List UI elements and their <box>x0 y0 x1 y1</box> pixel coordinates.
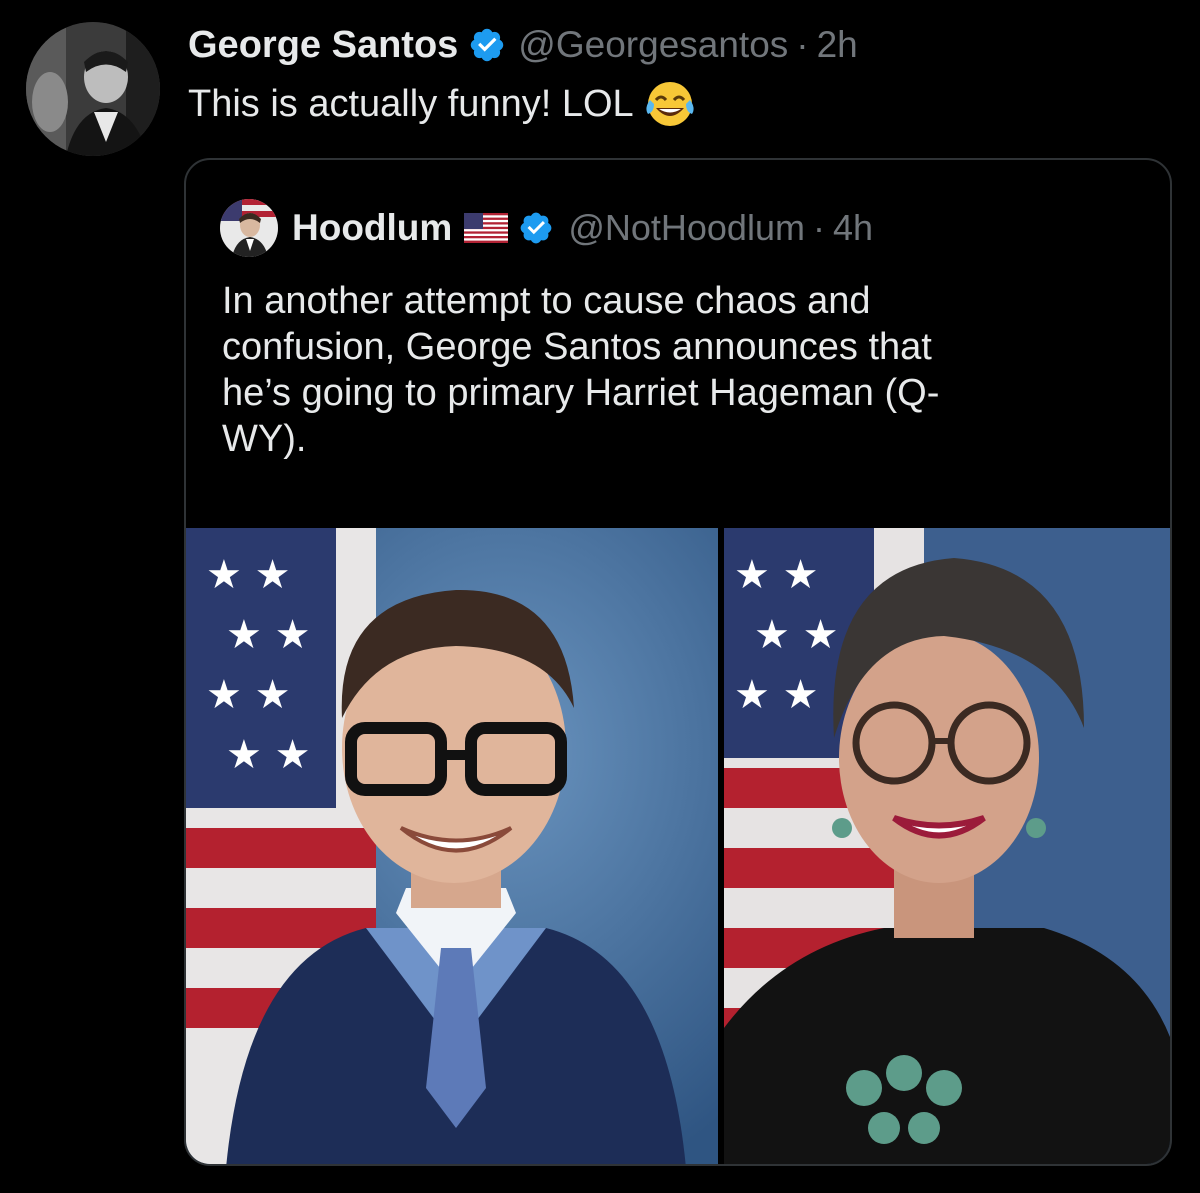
author-handle[interactable]: @Georgesantos <box>518 24 788 66</box>
svg-text:★ ★: ★ ★ <box>754 612 838 658</box>
quoted-author-name[interactable]: Hoodlum <box>292 207 452 249</box>
svg-text:★ ★: ★ ★ <box>206 672 290 718</box>
svg-text:★ ★: ★ ★ <box>734 552 818 598</box>
svg-text:★ ★: ★ ★ <box>206 552 290 598</box>
quoted-verified-badge-icon <box>518 210 554 246</box>
tweet-text-content: This is actually funny! LOL <box>188 82 634 125</box>
media-photo-left[interactable]: ★ ★ ★ ★ ★ ★ ★ ★ <box>186 528 718 1164</box>
quoted-tweet[interactable]: Hoodlum @NotHoodlum · 4h In another atte… <box>184 158 1172 1166</box>
tweet[interactable]: George Santos @Georgesantos · 2h This is… <box>0 0 1200 1193</box>
quoted-author-avatar <box>220 199 278 257</box>
quoted-text-line: In another attempt to cause chaos and <box>222 280 871 322</box>
timestamp[interactable]: 2h <box>817 24 858 66</box>
svg-text:★ ★: ★ ★ <box>226 732 310 778</box>
quoted-timestamp[interactable]: 4h <box>833 207 873 249</box>
tweet-header: George Santos @Georgesantos · 2h <box>188 20 858 70</box>
media-photo-right[interactable]: ★ ★ ★ ★ ★ ★ <box>724 528 1170 1164</box>
svg-text:★ ★: ★ ★ <box>734 672 818 718</box>
svg-text:★ ★: ★ ★ <box>226 612 310 658</box>
quoted-tweet-header: Hoodlum @NotHoodlum · 4h <box>220 198 873 258</box>
us-flag-icon <box>464 213 509 243</box>
quoted-text-line: confusion, George Santos announces that <box>222 326 932 368</box>
quoted-tweet-text: In another attempt to cause chaos and co… <box>222 278 1122 462</box>
quoted-separator-dot: · <box>812 207 825 248</box>
quoted-author-handle[interactable]: @NotHoodlum <box>568 207 805 249</box>
verified-badge-icon <box>468 26 506 64</box>
quoted-text-line: WY). <box>222 418 307 460</box>
separator-dot: · <box>796 24 809 65</box>
face-with-tears-of-joy-icon <box>644 78 696 130</box>
author-avatar[interactable] <box>26 22 160 156</box>
quoted-text-line: he’s going to primary Harriet Hageman (Q… <box>222 372 940 414</box>
author-name[interactable]: George Santos <box>188 24 458 67</box>
tweet-text: This is actually funny! LOL <box>188 78 696 130</box>
media-grid: ★ ★ ★ ★ ★ ★ ★ ★ ★ ★ ★ ★ ★ ★ <box>186 528 1170 1164</box>
